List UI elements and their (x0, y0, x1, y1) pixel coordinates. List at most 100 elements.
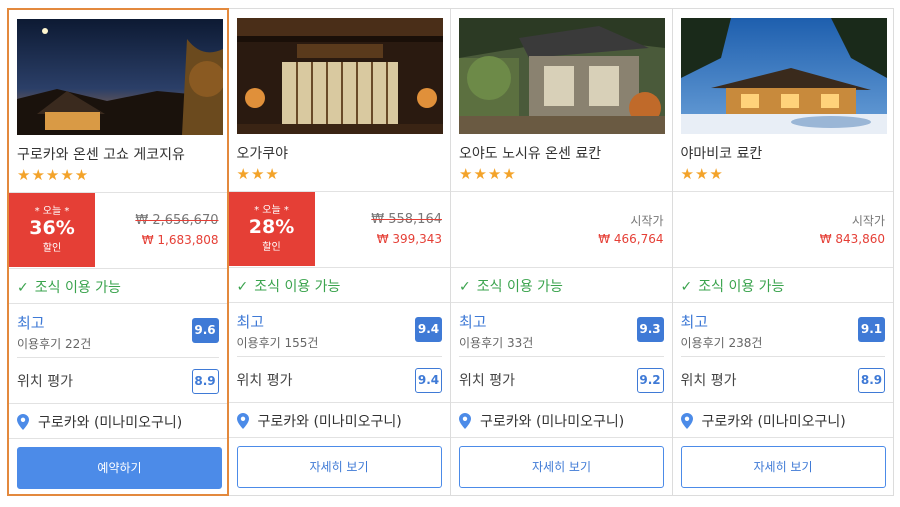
hotel-name[interactable]: 구로카와 온센 고쇼 게코지유 (17, 144, 185, 164)
rating-label: 최고 (459, 313, 487, 331)
hotel-name[interactable]: 야마비코 료칸 (681, 143, 763, 163)
divider (459, 356, 664, 357)
hotel-card[interactable]: 야마비코 료칸 ★★★ 시작가 ₩ 843,860 ✓ 조식 이용 가능 최고 이… (671, 8, 894, 496)
review-count[interactable]: 이용후기 33건 (459, 334, 533, 351)
review-count[interactable]: 이용후기 22건 (17, 335, 91, 352)
divider (672, 302, 893, 303)
hotel-location[interactable]: 구로카와 (미나미오구니) (17, 412, 182, 432)
location-score-badge: 9.4 (415, 368, 442, 393)
location-pin-icon (680, 413, 693, 429)
star-rating: ★★★★★ (17, 166, 90, 184)
location-pin-icon (17, 414, 29, 430)
location-pin-icon (236, 413, 249, 429)
divider (672, 191, 893, 192)
divider (9, 438, 227, 439)
breakfast-info: ✓ 조식 이용 가능 (681, 276, 785, 296)
hotel-name[interactable]: 오가쿠야 (237, 143, 289, 163)
starting-price: ₩ 843,860 (819, 232, 885, 246)
view-details-button[interactable]: 자세히 보기 (236, 446, 442, 488)
divider (672, 437, 893, 438)
divider (672, 267, 893, 268)
original-price: ₩ 2,656,670 (135, 213, 219, 228)
original-price: ₩ 558,164 (371, 212, 442, 227)
location-score-badge: 9.2 (636, 368, 664, 393)
divider (9, 268, 227, 269)
divider (228, 437, 450, 438)
deal-today-label: * 오늘 * (254, 205, 289, 216)
hotel-location[interactable]: 구로카와 (미나미오구니) (459, 411, 624, 431)
rating-label: 최고 (680, 313, 709, 331)
divider (451, 437, 672, 438)
starting-from-label: 시작가 (630, 214, 664, 228)
sale-price: ₩ 1,683,808 (141, 233, 219, 247)
star-rating: ★★★★ (459, 165, 517, 183)
check-icon: ✓ (459, 279, 471, 295)
divider (451, 402, 672, 403)
review-count[interactable]: 이용후기 155건 (237, 334, 319, 351)
breakfast-info: ✓ 조식 이용 가능 (17, 277, 121, 297)
location-pin-icon (459, 413, 471, 429)
review-score-badge: 9.6 (191, 318, 219, 343)
review-count[interactable]: 이용후기 238건 (681, 334, 763, 351)
location-score-badge: 8.9 (858, 368, 885, 393)
hotel-card[interactable]: 구로카와 온센 고쇼 게코지유 ★★★★★ * 오늘 * 36% 할인 ₩ 2,… (7, 8, 229, 496)
divider (672, 402, 893, 403)
check-icon: ✓ (236, 279, 249, 295)
breakfast-label: 조식 이용 가능 (34, 280, 121, 296)
divider (451, 302, 672, 303)
hotel-card[interactable]: 오야도 노시유 온센 료칸 ★★★★ 시작가 ₩ 466,764 ✓ 조식 이용 … (450, 8, 672, 496)
check-icon: ✓ (17, 280, 29, 296)
divider (9, 303, 227, 304)
breakfast-label: 조식 이용 가능 (254, 279, 341, 295)
breakfast-label: 조식 이용 가능 (698, 279, 785, 295)
location-rating-label: 위치 평가 (236, 373, 293, 389)
discount-badge: * 오늘 * 28% 할인 (228, 192, 315, 266)
divider (17, 357, 219, 358)
hotel-photo[interactable] (236, 18, 443, 134)
hotel-comparison-grid: 구로카와 온센 고쇼 게코지유 ★★★★★ * 오늘 * 36% 할인 ₩ 2,… (7, 8, 894, 498)
hotel-location[interactable]: 구로카와 (미나미오구니) (236, 411, 402, 431)
discount-badge: * 오늘 * 36% 할인 (9, 193, 95, 267)
discount-percent: 28% (248, 216, 295, 238)
hotel-card[interactable]: 오가쿠야 ★★★ * 오늘 * 28% 할인 ₩ 558,164 ₩ 399,3… (228, 8, 450, 496)
location-rating-label: 위치 평가 (17, 374, 73, 390)
breakfast-info: ✓ 조식 이용 가능 (459, 276, 563, 296)
deal-today-label: * 오늘 * (34, 206, 70, 217)
divider (451, 267, 672, 268)
book-button[interactable]: 예약하기 (17, 447, 222, 489)
divider (9, 403, 227, 404)
hotel-photo[interactable] (17, 19, 223, 135)
rating-label: 최고 (17, 314, 45, 332)
review-score-badge: 9.4 (415, 317, 442, 342)
discount-label: 할인 (42, 243, 62, 254)
location-score-badge: 8.9 (191, 369, 219, 394)
starting-from-label: 시작가 (851, 214, 885, 228)
divider (451, 191, 672, 192)
review-score-badge: 9.1 (858, 317, 885, 342)
location-text: 구로카와 (미나미오구니) (701, 414, 846, 430)
hotel-name[interactable]: 오야도 노시유 온센 료칸 (459, 143, 601, 163)
view-details-button[interactable]: 자세히 보기 (680, 446, 886, 488)
view-details-button[interactable]: 자세히 보기 (459, 446, 664, 488)
hotel-photo[interactable] (459, 18, 665, 134)
sale-price: ₩ 399,343 (376, 232, 442, 246)
breakfast-label: 조식 이용 가능 (476, 279, 563, 295)
location-rating-label: 위치 평가 (459, 373, 515, 389)
location-text: 구로카와 (미나미오구니) (257, 414, 402, 430)
hotel-location[interactable]: 구로카와 (미나미오구니) (680, 411, 846, 431)
divider (680, 356, 885, 357)
breakfast-info: ✓ 조식 이용 가능 (237, 276, 341, 296)
divider (228, 302, 450, 303)
hotel-photo[interactable] (680, 18, 887, 134)
location-text: 구로카와 (미나미오구니) (480, 414, 625, 430)
rating-label: 최고 (236, 313, 265, 331)
star-rating: ★★★ (680, 165, 724, 183)
discount-label: 할인 (262, 242, 281, 253)
star-rating: ★★★ (236, 165, 280, 183)
discount-percent: 36% (29, 217, 75, 239)
divider (228, 267, 450, 268)
review-score-badge: 9.3 (636, 317, 664, 342)
starting-price: ₩ 466,764 (598, 232, 664, 246)
divider (236, 356, 442, 357)
location-text: 구로카와 (미나미오구니) (38, 415, 183, 431)
